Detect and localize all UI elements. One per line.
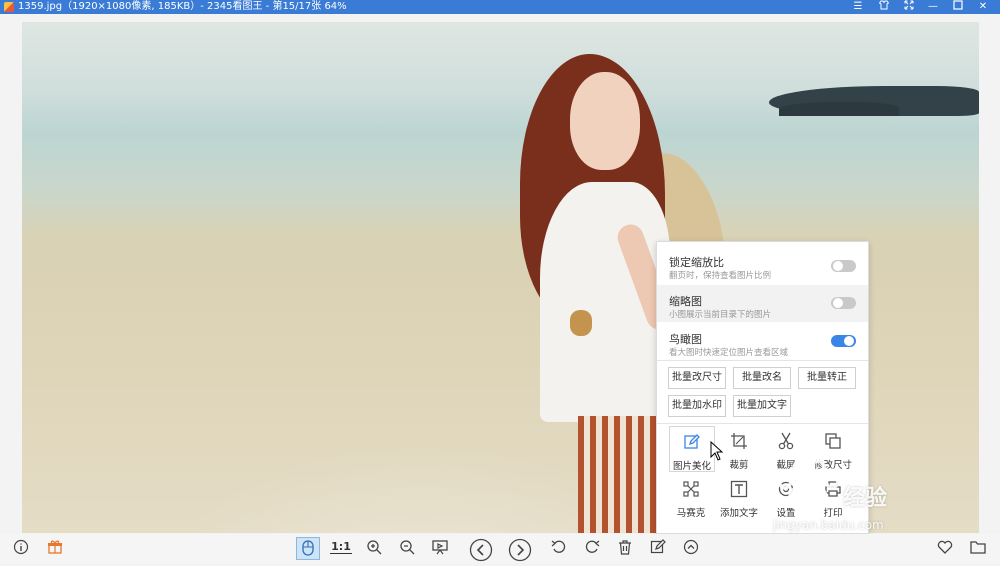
window-title: 1359.jpg（1920×1080像素, 185KB）- 2345看图王 - …: [18, 1, 347, 12]
fullscreen-icon[interactable]: [898, 0, 920, 14]
photo-face: [570, 72, 640, 170]
menu-divider: [657, 423, 868, 424]
rotate-left-icon[interactable]: [548, 537, 570, 559]
next-image-icon[interactable]: [507, 536, 533, 562]
photo-rocks-shadow: [779, 102, 899, 116]
add-text-icon: [717, 480, 761, 502]
option-subtitle: 小图展示当前目录下的图片: [669, 310, 772, 320]
title-bar: 1359.jpg（1920×1080像素, 185KB）- 2345看图王 - …: [0, 0, 1000, 14]
batch-rename-button[interactable]: 批量改名: [733, 367, 791, 389]
gift-icon[interactable]: [44, 537, 66, 559]
option-thumbnail[interactable]: 缩略图 小图展示当前目录下的图片: [657, 285, 868, 322]
edit-icon[interactable]: [647, 537, 669, 559]
option-title: 锁定缩放比: [669, 256, 724, 269]
zoom-out-icon[interactable]: [396, 537, 418, 559]
resize-icon: [811, 432, 855, 454]
more-chevron-up-icon[interactable]: [680, 537, 702, 559]
mouse-cursor-icon: [710, 440, 724, 465]
batch-resize-button[interactable]: 批量改尺寸: [668, 367, 726, 389]
scissors-icon: [764, 432, 808, 454]
maximize-icon[interactable]: [947, 0, 969, 14]
actual-size-button[interactable]: 1:1: [330, 537, 352, 554]
watermark-brand: 经验: [843, 486, 888, 511]
menu-divider: [657, 360, 868, 361]
batch-rotate-button[interactable]: 批量转正: [798, 367, 856, 389]
rotate-right-icon[interactable]: [581, 537, 603, 559]
tool-mosaic[interactable]: 马赛克: [669, 474, 713, 519]
menu-icon[interactable]: ☰: [847, 0, 869, 14]
photo-bracelet: [570, 310, 592, 336]
app-icon: [4, 2, 14, 12]
info-icon[interactable]: [10, 537, 32, 559]
slideshow-icon[interactable]: [429, 537, 451, 559]
tool-beautify[interactable]: 图片美化: [669, 426, 715, 472]
skin-icon[interactable]: [873, 0, 895, 14]
batch-watermark-button[interactable]: 批量加水印: [668, 395, 726, 417]
mouse-mode-icon[interactable]: [296, 537, 320, 560]
lock-zoom-toggle[interactable]: [831, 260, 856, 272]
batch-add-text-button[interactable]: 批量加文字: [733, 395, 791, 417]
close-icon[interactable]: ✕: [972, 0, 994, 14]
option-lock-zoom[interactable]: 锁定缩放比 翻页时，保持查看图片比例: [657, 242, 868, 281]
pencil-icon: [670, 433, 714, 455]
minimize-icon[interactable]: —: [922, 0, 944, 14]
option-subtitle: 看大图时快速定位图片查看区域: [669, 348, 789, 358]
zoom-in-icon[interactable]: [363, 537, 385, 559]
baidu-jingyan-watermark: 经验 jingyan.baidu.com: [763, 460, 983, 540]
open-folder-icon[interactable]: [967, 537, 989, 559]
favorite-heart-icon[interactable]: [934, 537, 956, 559]
photo-skirt: [578, 416, 656, 533]
watermark-url: jingyan.baidu.com: [773, 518, 884, 532]
birdseye-toggle[interactable]: [831, 335, 856, 347]
mosaic-icon: [669, 480, 713, 502]
option-title: 缩略图: [669, 295, 702, 308]
tool-add-text[interactable]: 添加文字: [717, 474, 761, 519]
option-subtitle: 翻页时，保持查看图片比例: [669, 271, 772, 281]
bottom-toolbar: 1:1: [0, 534, 1000, 563]
previous-image-icon[interactable]: [468, 536, 494, 562]
delete-icon[interactable]: [614, 537, 636, 559]
option-birdseye[interactable]: 鸟瞰图 看大图时快速定位图片查看区域: [657, 322, 868, 359]
thumbnail-toggle[interactable]: [831, 297, 856, 309]
option-title: 鸟瞰图: [669, 333, 702, 346]
paw-logo-icon: [777, 460, 840, 514]
